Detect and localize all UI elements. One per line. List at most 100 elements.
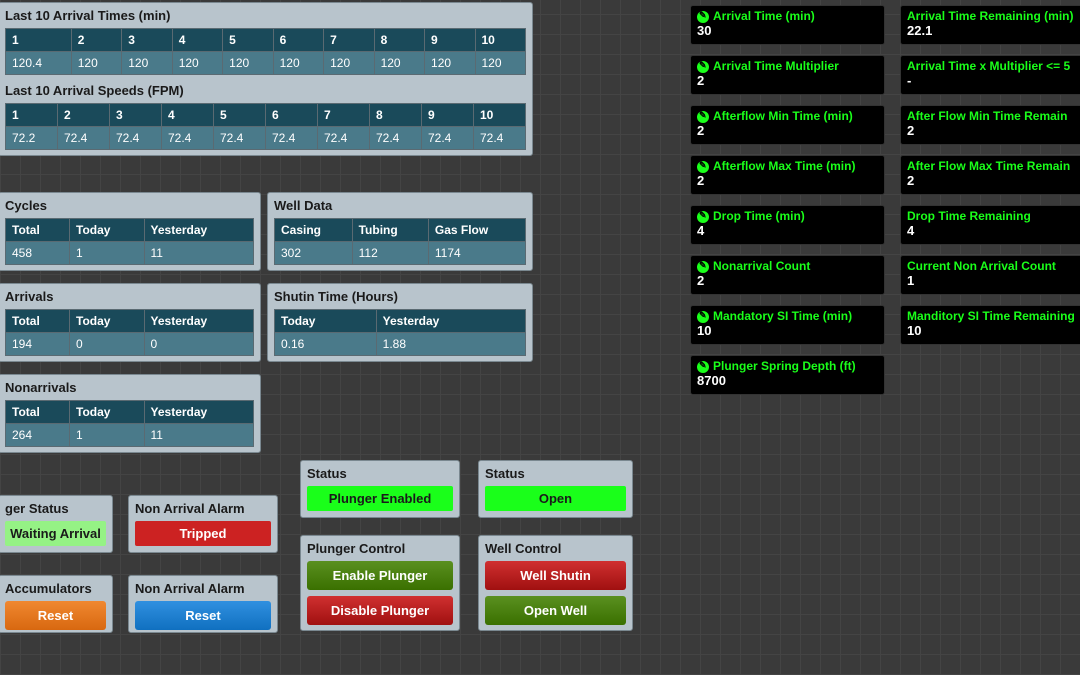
cell: 120 <box>223 52 273 75</box>
param-value: 30 <box>697 23 878 38</box>
param-label: Drop Time (min) <box>713 209 805 223</box>
cell: 1.88 <box>376 333 525 356</box>
param-box[interactable]: Nonarrival Count2 <box>690 255 885 295</box>
cell: 0 <box>70 333 145 356</box>
param-box[interactable]: Arrival Time (min)30 <box>690 5 885 45</box>
edit-icon <box>697 161 709 173</box>
col-header: Today <box>70 310 145 333</box>
cell: 72.4 <box>422 127 474 150</box>
param-box[interactable]: Afterflow Max Time (min)2 <box>690 155 885 195</box>
param-value: 2 <box>697 73 878 88</box>
param-box[interactable]: Mandatory SI Time (min)10 <box>690 305 885 345</box>
edit-icon <box>697 61 709 73</box>
cell: 120 <box>172 52 222 75</box>
nonarrival-alarm-panel: Non Arrival Alarm Tripped <box>128 495 278 553</box>
nonarrival-alarm-reset-button[interactable]: Reset <box>135 601 271 630</box>
col-header: Today <box>70 401 145 424</box>
enable-plunger-button[interactable]: Enable Plunger <box>307 561 453 590</box>
col-header: Today <box>70 219 145 242</box>
cell: 72.4 <box>214 127 266 150</box>
disable-plunger-button[interactable]: Disable Plunger <box>307 596 453 625</box>
cell: 194 <box>6 333 70 356</box>
param-label: Arrival Time Remaining (min) <box>907 9 1073 23</box>
param-label: Plunger Spring Depth (ft) <box>713 359 856 373</box>
edit-icon <box>697 11 709 23</box>
param-box: Drop Time Remaining4 <box>900 205 1080 245</box>
arrivals-title: Arrivals <box>5 289 254 304</box>
welldata-table: CasingTubingGas Flow3021121174 <box>274 218 526 265</box>
nonarrivals-table: TotalTodayYesterday264111 <box>5 400 254 447</box>
nonarrival-alarm-value: Tripped <box>135 521 271 546</box>
col-header: 4 <box>162 104 214 127</box>
well-shutin-button[interactable]: Well Shutin <box>485 561 626 590</box>
shutin-table: TodayYesterday0.161.88 <box>274 309 526 356</box>
open-well-button[interactable]: Open Well <box>485 596 626 625</box>
cell: 72.2 <box>6 127 58 150</box>
col-header: Yesterday <box>144 219 253 242</box>
cell: 72.4 <box>110 127 162 150</box>
nonarrival-alarm-reset-title: Non Arrival Alarm <box>135 581 271 596</box>
col-header: Total <box>6 310 70 333</box>
col-header: 10 <box>475 29 526 52</box>
well-control-title: Well Control <box>485 541 626 556</box>
cell: 120 <box>273 52 323 75</box>
col-header: 7 <box>324 29 374 52</box>
cell: 0 <box>144 333 253 356</box>
param-box[interactable]: Plunger Spring Depth (ft)8700 <box>690 355 885 395</box>
col-header: 1 <box>6 104 58 127</box>
cell: 72.4 <box>370 127 422 150</box>
status-plunger-title: Status <box>307 466 453 481</box>
col-header: 3 <box>110 104 162 127</box>
nonarrival-alarm-reset-panel: Non Arrival Alarm Reset <box>128 575 278 633</box>
param-label: After Flow Min Time Remain <box>907 109 1067 123</box>
cell: 1174 <box>428 242 525 265</box>
arrival-times-table: 12345678910120.4120120120120120120120120… <box>5 28 526 75</box>
param-box[interactable]: Arrival Time Multiplier2 <box>690 55 885 95</box>
cell: 112 <box>352 242 428 265</box>
cell: 0.16 <box>275 333 377 356</box>
param-label: Manditory SI Time Remaining <box>907 309 1075 323</box>
status-plunger-value: Plunger Enabled <box>307 486 453 511</box>
arrival-times-panel: Last 10 Arrival Times (min) 123456789101… <box>0 2 533 156</box>
col-header: Total <box>6 219 70 242</box>
cell: 72.4 <box>162 127 214 150</box>
col-header: 9 <box>425 29 475 52</box>
param-value: 2 <box>697 173 878 188</box>
nonarrival-alarm-title: Non Arrival Alarm <box>135 501 271 516</box>
col-header: Total <box>6 401 70 424</box>
param-label: Arrival Time x Multiplier <= 5 <box>907 59 1070 73</box>
cell: 72.4 <box>58 127 110 150</box>
col-header: 3 <box>122 29 172 52</box>
plunger-status-title: ger Status <box>5 501 106 516</box>
param-value: 8700 <box>697 373 878 388</box>
param-value: 4 <box>697 223 878 238</box>
col-header: 2 <box>71 29 121 52</box>
cell: 120 <box>122 52 172 75</box>
cycles-panel: Cycles TotalTodayYesterday458111 <box>0 192 261 271</box>
param-label: Nonarrival Count <box>713 259 810 273</box>
col-header: Yesterday <box>144 401 253 424</box>
edit-icon <box>697 111 709 123</box>
param-box[interactable]: Afterflow Min Time (min)2 <box>690 105 885 145</box>
cycles-title: Cycles <box>5 198 254 213</box>
col-header: Casing <box>275 219 353 242</box>
accumulators-panel: Accumulators Reset <box>0 575 113 633</box>
accumulators-reset-button[interactable]: Reset <box>5 601 106 630</box>
col-header: Yesterday <box>376 310 525 333</box>
plunger-status-value: Waiting Arrival <box>5 521 106 546</box>
col-header: 5 <box>223 29 273 52</box>
param-box: After Flow Max Time Remain2 <box>900 155 1080 195</box>
cell: 120 <box>475 52 526 75</box>
plunger-control-title: Plunger Control <box>307 541 453 556</box>
status-open-title: Status <box>485 466 626 481</box>
cycles-table: TotalTodayYesterday458111 <box>5 218 254 265</box>
param-box[interactable]: Drop Time (min)4 <box>690 205 885 245</box>
col-header: 6 <box>266 104 318 127</box>
welldata-title: Well Data <box>274 198 526 213</box>
param-value: - <box>907 73 1080 88</box>
param-value: 2 <box>907 173 1080 188</box>
param-value: 2 <box>697 273 878 288</box>
shutin-title: Shutin Time (Hours) <box>274 289 526 304</box>
col-header: 4 <box>172 29 222 52</box>
cell: 1 <box>70 242 145 265</box>
